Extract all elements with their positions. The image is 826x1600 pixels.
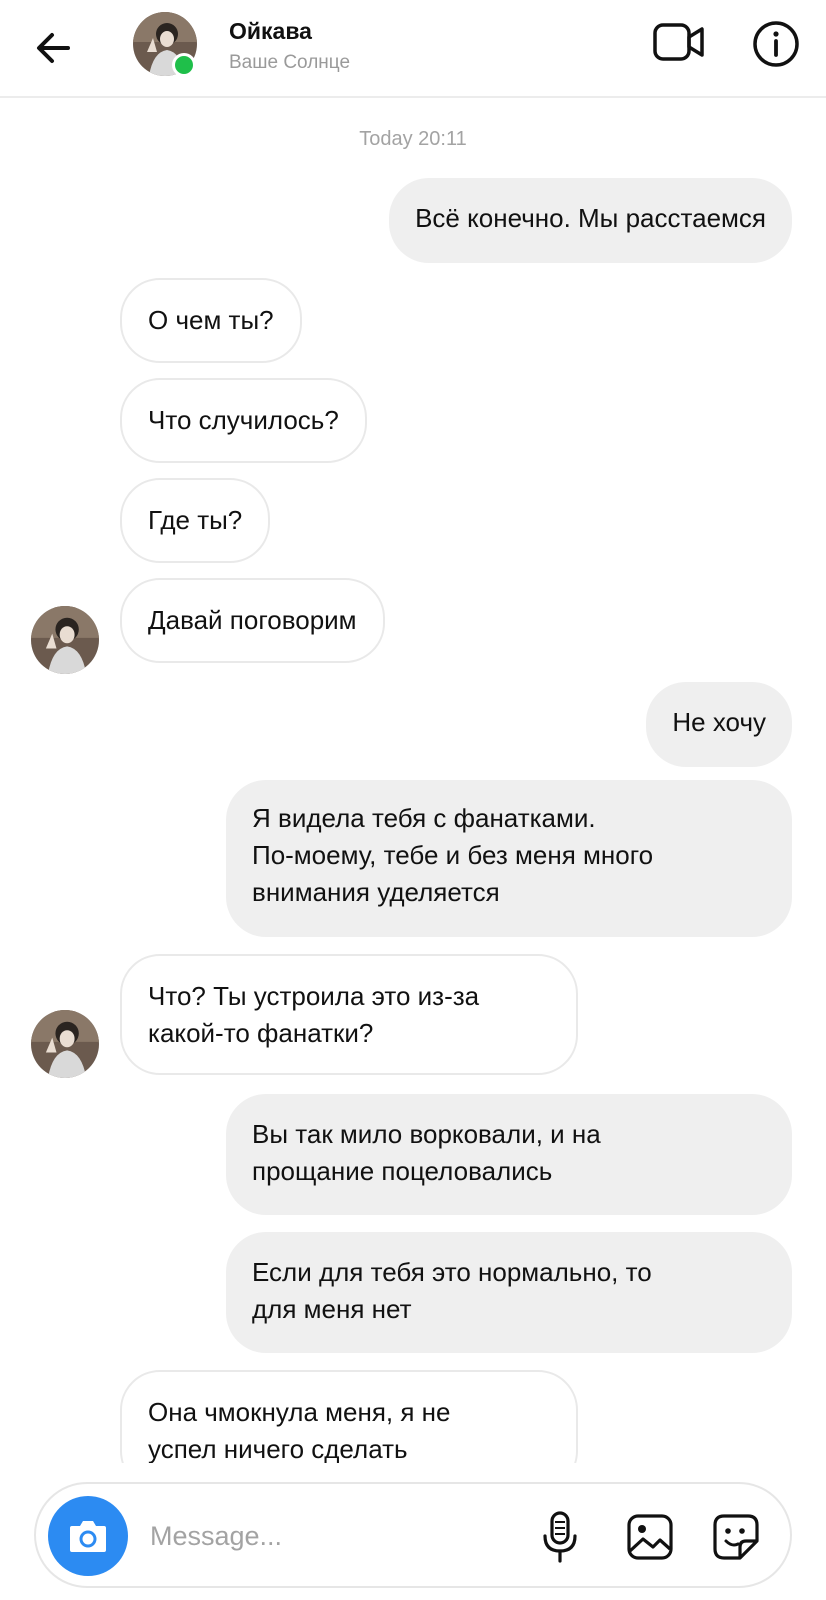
- incoming-message[interactable]: Давай поговорим: [120, 578, 385, 663]
- info-icon: [753, 21, 799, 67]
- outgoing-message[interactable]: Если для тебя это нормально, то для меня…: [226, 1232, 792, 1353]
- message-input[interactable]: [150, 1514, 510, 1558]
- message-timestamp: Today 20:11: [359, 128, 467, 150]
- incoming-message[interactable]: Что? Ты устроила это из-за какой-то фана…: [120, 954, 578, 1075]
- camera-icon: [70, 1521, 106, 1552]
- camera-button[interactable]: [48, 1496, 128, 1576]
- sticker-button[interactable]: [712, 1513, 760, 1561]
- chat-header: Ойкава Ваше Солнце: [0, 0, 826, 98]
- gallery-button[interactable]: [626, 1513, 674, 1561]
- video-camera-icon: [653, 23, 704, 61]
- outgoing-message[interactable]: Не хочу: [646, 682, 792, 767]
- contact-name[interactable]: Ойкава: [229, 18, 312, 45]
- chat-screen: Ойкава Ваше Солнце Today 20:11 Всё конеч…: [0, 0, 826, 1600]
- microphone-icon: [543, 1511, 577, 1563]
- back-button[interactable]: [30, 24, 78, 72]
- avatar-image: [31, 1010, 99, 1078]
- info-button[interactable]: [752, 20, 800, 68]
- outgoing-message[interactable]: Я видела тебя с фанатками. По-моему, теб…: [226, 780, 792, 937]
- sender-avatar[interactable]: [31, 606, 99, 674]
- outgoing-message[interactable]: Вы так мило ворковали, и на прощание поц…: [226, 1094, 792, 1215]
- incoming-message[interactable]: Она чмокнула меня, я не успел ничего сде…: [120, 1370, 578, 1463]
- outgoing-message[interactable]: Всё конечно. Мы расстаемся: [389, 178, 792, 263]
- incoming-message[interactable]: Где ты?: [120, 478, 271, 563]
- avatar-image: [31, 606, 99, 674]
- incoming-message[interactable]: О чем ты?: [120, 278, 302, 363]
- arrow-left-icon: [37, 33, 70, 63]
- message-composer: [34, 1482, 792, 1588]
- voice-message-button[interactable]: [540, 1510, 580, 1564]
- message-list[interactable]: Today 20:11 Всё конечно. Мы расстаемся О…: [0, 98, 826, 1463]
- video-call-button[interactable]: [652, 20, 706, 64]
- sticker-icon: [713, 1514, 759, 1560]
- contact-status: Ваше Солнце: [229, 52, 351, 73]
- online-status-indicator: [172, 53, 196, 77]
- image-gallery-icon: [627, 1514, 673, 1560]
- incoming-message[interactable]: Что случилось?: [120, 378, 367, 463]
- sender-avatar[interactable]: [31, 1010, 99, 1078]
